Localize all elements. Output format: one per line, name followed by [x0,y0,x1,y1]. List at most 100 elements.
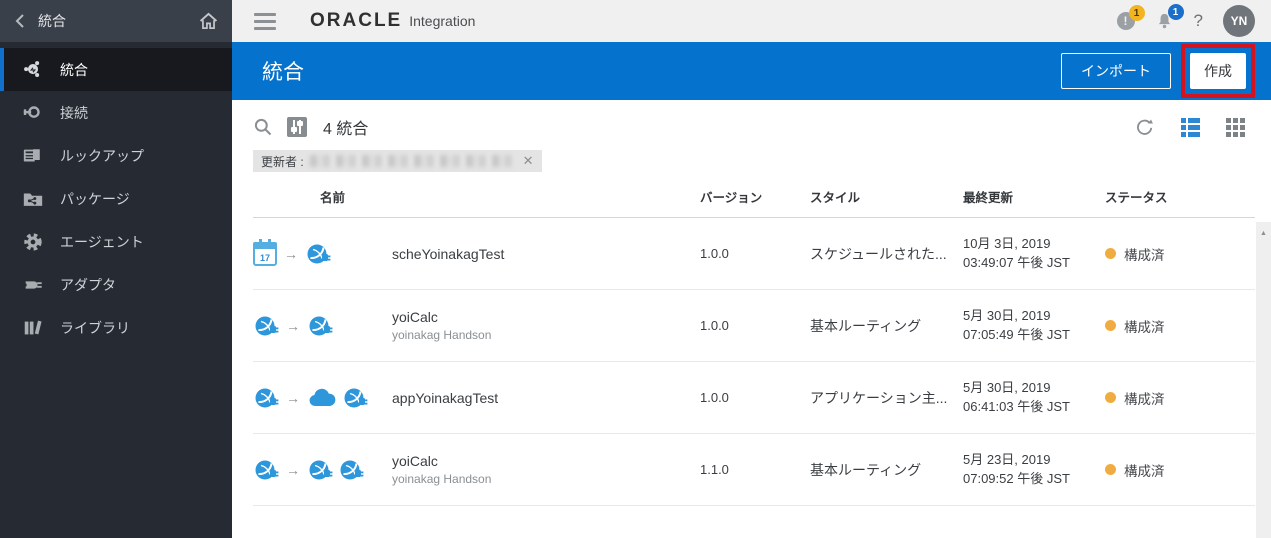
libraries-icon [20,317,46,339]
sidebar-item-libraries[interactable]: ライブラリ [0,306,232,349]
sidebar-item-connections[interactable]: 接続 [0,91,232,134]
chip-close-icon[interactable]: ✕ [523,153,534,169]
rest-icon [338,457,364,483]
style-cell: 基本ルーティング [800,316,963,336]
table-row[interactable]: → yoiCalc yoinakag Handson 1.1.0 基本ルーティン… [253,434,1255,506]
filter-chip: 更新者 : ✕ [253,150,542,172]
packages-icon [20,188,46,210]
column-header-updated[interactable]: 最終更新 [963,187,1097,206]
create-button[interactable]: 作成 [1190,53,1246,89]
status-label: 構成済 [1124,244,1165,264]
filter-chip-value-redacted [310,155,515,167]
scroll-up-icon[interactable]: ▲ [1256,230,1271,237]
table-scrollbar[interactable]: ▲ [1256,222,1271,538]
agents-icon [20,231,46,253]
status-dot [1105,392,1116,403]
help-button[interactable]: ? [1194,11,1203,31]
sidebar: 統合 統合 [0,0,232,538]
sidebar-item-label: アダプタ [60,275,116,295]
integration-name[interactable]: yoiCalc [392,453,700,469]
integration-count: 4 統合 [323,115,368,139]
grid-view-button[interactable] [1226,118,1245,137]
alerts-button[interactable]: ! 1 [1117,12,1135,30]
status-label: 構成済 [1124,460,1165,480]
status-cell: 構成済 [1097,460,1255,480]
sidebar-item-agents[interactable]: エージェント [0,220,232,263]
import-button[interactable]: インポート [1061,53,1171,89]
content-area: 4 統合 [232,100,1271,538]
grid-view-icon [1226,118,1245,137]
style-cell: 基本ルーティング [800,460,963,480]
table-row[interactable]: → appYoinakagTest 1.0.0 アプリケーション主... 5月 … [253,362,1255,434]
last-updated-cell: 5月 23日, 2019 07:09:52 午後 JST [963,451,1097,489]
avatar[interactable]: YN [1223,5,1255,37]
integration-name-cell[interactable]: yoiCalc yoinakag Handson [392,453,700,486]
column-header-status[interactable]: ステータス [1097,187,1255,206]
hamburger-menu-icon[interactable] [254,9,276,34]
sidebar-item-label: ライブラリ [60,318,130,338]
integration-name-cell[interactable]: scheYoinakagTest [392,246,700,262]
last-updated-cell: 5月 30日, 2019 07:05:49 午後 JST [963,307,1097,345]
rest-icon [342,385,368,411]
integration-subtitle: yoinakag Handson [392,328,700,342]
sidebar-item-packages[interactable]: パッケージ [0,177,232,220]
sidebar-header: 統合 [0,0,232,42]
rest-icon [253,313,279,339]
table-row[interactable]: 17 → scheYoinakagTest 1.0.0 スケジュールされた...… [253,218,1255,290]
page-header-actions: インポート 作成 [1061,44,1255,98]
sidebar-item-lookups[interactable]: ルックアップ [0,134,232,177]
home-button[interactable] [199,12,218,30]
search-button[interactable] [253,117,273,137]
chevron-left-icon [14,13,26,29]
column-header-name[interactable]: 名前 [253,187,700,206]
page-header: 統合 インポート 作成 [232,42,1271,100]
integration-name[interactable]: yoiCalc [392,309,700,325]
version-cell: 1.0.0 [700,318,800,333]
oracle-logo: ORACLE [310,10,402,32]
table-header: 名前 バージョン スタイル 最終更新 ステータス [253,176,1255,218]
filter-button[interactable] [287,117,307,137]
integration-icon [20,59,46,81]
sidebar-item-label: パッケージ [60,189,130,209]
rest-icon [305,241,331,267]
back-button[interactable]: 統合 [14,11,66,31]
last-updated-cell: 5月 30日, 2019 06:41:03 午後 JST [963,379,1097,417]
status-cell: 構成済 [1097,244,1255,264]
calendar-icon: 17 [253,242,277,266]
column-header-style[interactable]: スタイル [800,187,963,206]
back-label: 統合 [38,11,66,31]
sidebar-item-label: 統合 [60,60,88,80]
status-label: 構成済 [1124,316,1165,336]
table-row[interactable]: → yoiCalc yoinakag Handson 1.0.0 基本ルーティン… [253,290,1255,362]
topbar-actions: ! 1 1 ? YN [1117,5,1255,37]
rest-icon [307,457,333,483]
status-dot [1105,248,1116,259]
main-area: ORACLE Integration ! 1 1 ? YN [232,0,1271,538]
version-cell: 1.0.0 [700,390,800,405]
sidebar-item-label: 接続 [60,103,88,123]
last-updated-cell: 10月 3日, 2019 03:49:07 午後 JST [963,235,1097,273]
list-view-icon [1181,118,1200,137]
product-name: Integration [409,13,475,29]
alert-badge: 1 [1129,5,1145,21]
notifications-button[interactable]: 1 [1155,11,1174,31]
integration-name-cell[interactable]: yoiCalc yoinakag Handson [392,309,700,342]
sidebar-item-adapters[interactable]: アダプタ [0,263,232,306]
column-header-version[interactable]: バージョン [700,187,800,206]
home-icon [199,12,218,30]
refresh-button[interactable] [1135,117,1155,137]
integration-name[interactable]: scheYoinakagTest [392,246,700,262]
row-type-icons: 17 → [253,241,392,267]
rest-icon [307,313,333,339]
list-toolbar: 4 統合 [253,100,1271,146]
view-controls [1135,117,1245,137]
top-bar: ORACLE Integration ! 1 1 ? YN [232,0,1271,42]
integration-name[interactable]: appYoinakagTest [392,390,700,406]
arrow-icon: → [286,318,300,334]
list-view-button[interactable] [1181,118,1200,137]
sidebar-item-integrations[interactable]: 統合 [0,48,232,91]
row-type-icons: → [253,457,392,483]
integration-name-cell[interactable]: appYoinakagTest [392,390,700,406]
cloud-icon [307,387,337,409]
version-cell: 1.1.0 [700,462,800,477]
